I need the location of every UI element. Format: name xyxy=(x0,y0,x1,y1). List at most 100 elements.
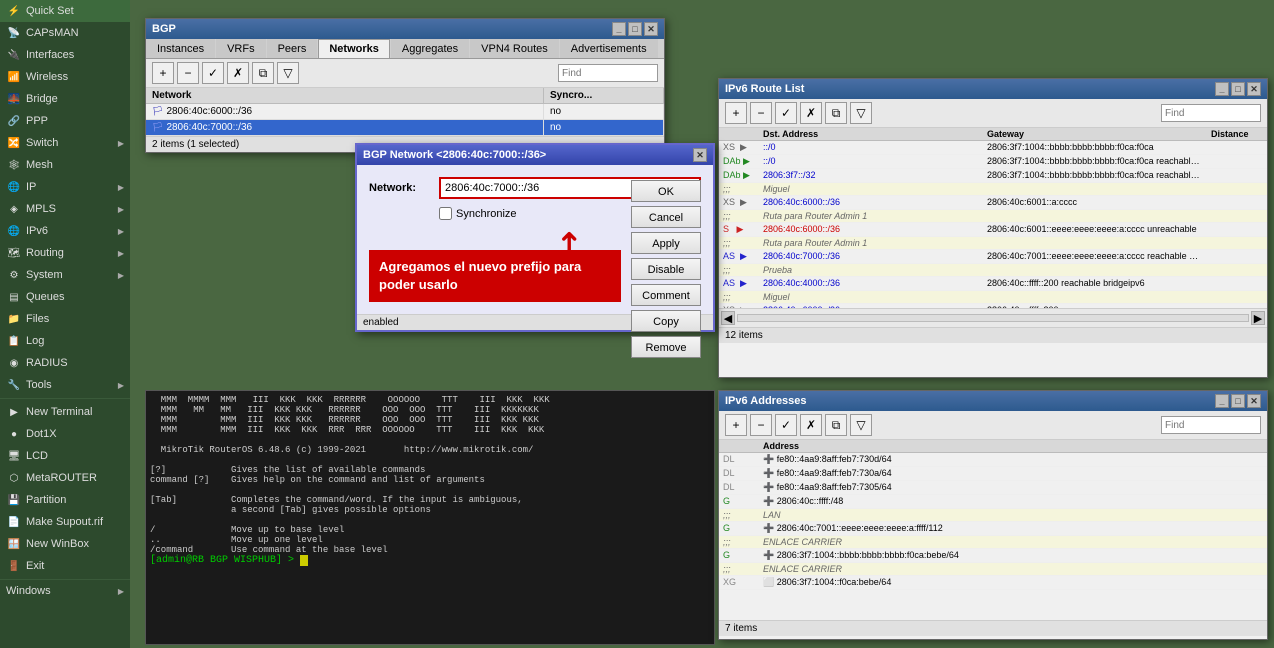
sidebar-item-ppp[interactable]: 🔗 PPP xyxy=(0,110,130,132)
bgp-maximize-btn[interactable]: □ xyxy=(628,22,642,36)
addr-row-1[interactable]: DL ➕ fe80::4aa9:8aff:feb7:730a/64 xyxy=(719,467,1267,481)
ipv6-add-btn[interactable]: + xyxy=(725,102,747,124)
add-btn[interactable]: + xyxy=(152,62,174,84)
addr-row-0[interactable]: DL ➕ fe80::4aa9:8aff:feb7:730d/64 xyxy=(719,453,1267,467)
ipv6-row-6[interactable]: AS ▶ 2806:40c:4000::/36 2806:40c::ffff::… xyxy=(719,277,1267,291)
dialog-close-btn[interactable]: ✕ xyxy=(693,148,707,162)
ipv6-row-1[interactable]: DAb ▶ ::/0 2806:3f7:1004::bbbb:bbbb:bbbb… xyxy=(719,155,1267,169)
ipv6-row-4[interactable]: S ▶ 2806:40c:6000::/36 2806:40c:6001::ee… xyxy=(719,223,1267,237)
ipv6-filter-btn[interactable]: ▽ xyxy=(850,102,872,124)
addr-add-btn[interactable]: + xyxy=(725,414,747,436)
remove-btn[interactable]: − xyxy=(177,62,199,84)
synchronize-checkbox[interactable] xyxy=(439,207,452,220)
addr-search-input[interactable] xyxy=(1161,416,1261,434)
ok-button[interactable]: OK xyxy=(631,180,701,202)
addr-filter-btn[interactable]: ▽ xyxy=(850,414,872,436)
filter-btn[interactable]: ▽ xyxy=(277,62,299,84)
ipv6-titlebar[interactable]: IPv6 Route List _ □ ✕ xyxy=(719,79,1267,99)
bgp-row-1[interactable]: 🏳 2806:40c:7000::/36 no xyxy=(146,120,664,136)
sidebar-item-metarouter[interactable]: ⬡ MetaROUTER xyxy=(0,467,130,489)
addr-close-btn[interactable]: ✕ xyxy=(1247,394,1261,408)
apply-button[interactable]: Apply xyxy=(631,232,701,254)
sidebar-item-windows[interactable]: Windows xyxy=(0,582,130,600)
tab-aggregates[interactable]: Aggregates xyxy=(391,39,469,58)
sidebar-item-interfaces[interactable]: 🔌 Interfaces xyxy=(0,44,130,66)
bgp-minimize-btn[interactable]: _ xyxy=(612,22,626,36)
sidebar-item-new-terminal[interactable]: ▶ New Terminal xyxy=(0,401,130,423)
bgp-titlebar[interactable]: BGP _ □ ✕ xyxy=(146,19,664,39)
sidebar-item-partition[interactable]: 💾 Partition xyxy=(0,489,130,511)
sidebar-item-lcd[interactable]: 🖥 LCD xyxy=(0,445,130,467)
addr-row-6[interactable]: XG ⬜ 2806:3f7:1004::f0ca:bebe/64 xyxy=(719,576,1267,590)
ipv6-row-2[interactable]: DAb ▶ 2806:3f7::/32 2806:3f7:1004::bbbb:… xyxy=(719,169,1267,183)
cancel-btn[interactable]: ✗ xyxy=(227,62,249,84)
ipv6-row-5[interactable]: AS ▶ 2806:40c:7000::/36 2806:40c:7001::e… xyxy=(719,250,1267,264)
ipv6-x-btn[interactable]: ✗ xyxy=(800,102,822,124)
addr-row-3[interactable]: G ➕ 2806:40c::ffff:/48 xyxy=(719,495,1267,509)
addr-row-5[interactable]: G ➕ 2806:3f7:1004::bbbb:bbbb:bbbb:f0ca:b… xyxy=(719,549,1267,563)
ipv6-copy-btn[interactable]: ⧉ xyxy=(825,102,847,124)
ipv6-row-0[interactable]: XS ▶ ::/0 2806:3f7:1004::bbbb:bbbb:bbbb:… xyxy=(719,141,1267,155)
sidebar-item-system[interactable]: ⚙ System xyxy=(0,264,130,286)
sidebar-item-ipv6[interactable]: 🌐 IPv6 xyxy=(0,220,130,242)
tab-networks[interactable]: Networks xyxy=(318,39,390,58)
sidebar-item-new-winbox[interactable]: 🪟 New WinBox xyxy=(0,533,130,555)
bgp-close-btn[interactable]: ✕ xyxy=(644,22,658,36)
ipv6-row-3[interactable]: XS ▶ 2806:40c:6000::/36 2806:40c:6001::a… xyxy=(719,196,1267,210)
comment-button[interactable]: Comment xyxy=(631,284,701,306)
ipv6-check-btn[interactable]: ✓ xyxy=(775,102,797,124)
addr-remove-btn[interactable]: − xyxy=(750,414,772,436)
addr-titlebar[interactable]: IPv6 Addresses _ □ ✕ xyxy=(719,391,1267,411)
sidebar-item-radius[interactable]: ◉ RADIUS xyxy=(0,352,130,374)
sidebar-item-queues[interactable]: ▤ Queues xyxy=(0,286,130,308)
addr-maximize-btn[interactable]: □ xyxy=(1231,394,1245,408)
sidebar-item-mesh[interactable]: 🕸 Mesh xyxy=(0,154,130,176)
addr-addr-5: ➕ 2806:3f7:1004::bbbb:bbbb:bbbb:f0ca:beb… xyxy=(759,549,1237,562)
sidebar-item-mpls[interactable]: ◈ MPLS xyxy=(0,198,130,220)
disable-button[interactable]: Disable xyxy=(631,258,701,280)
copy-btn[interactable]: ⧉ xyxy=(252,62,274,84)
sidebar-item-capsman[interactable]: 📡 CAPsMAN xyxy=(0,22,130,44)
sidebar-item-bridge[interactable]: 🌉 Bridge xyxy=(0,88,130,110)
sidebar-item-dot1x[interactable]: ● Dot1X xyxy=(0,423,130,445)
sidebar-item-switch[interactable]: 🔀 Switch xyxy=(0,132,130,154)
addr-x-btn[interactable]: ✗ xyxy=(800,414,822,436)
sidebar-item-log[interactable]: 📋 Log xyxy=(0,330,130,352)
sidebar-item-wireless[interactable]: 📶 Wireless xyxy=(0,66,130,88)
ipv6-scrollbar[interactable] xyxy=(737,314,1249,322)
addr-row-2[interactable]: DL ➕ fe80::4aa9:8aff:feb7:7305/64 xyxy=(719,481,1267,495)
bgp-search-input[interactable] xyxy=(558,64,658,82)
ipv6-row-7[interactable]: XS ▶ 2806:40c:6000::/36 2806:40c::ffff::… xyxy=(719,304,1267,308)
addr-check-btn[interactable]: ✓ xyxy=(775,414,797,436)
tab-instances[interactable]: Instances xyxy=(146,39,215,58)
tab-peers[interactable]: Peers xyxy=(267,39,318,58)
sidebar-item-files[interactable]: 📁 Files xyxy=(0,308,130,330)
ipv6-search-input[interactable] xyxy=(1161,104,1261,122)
ipv6-close-btn[interactable]: ✕ xyxy=(1247,82,1261,96)
copy-dialog-button[interactable]: Copy xyxy=(631,310,701,332)
tab-vrfs[interactable]: VRFs xyxy=(216,39,266,58)
tab-advertisements[interactable]: Advertisements xyxy=(560,39,658,58)
addr-copy-btn[interactable]: ⧉ xyxy=(825,414,847,436)
remove-dialog-button[interactable]: Remove xyxy=(631,336,701,358)
bgp-dialog-titlebar[interactable]: BGP Network <2806:40c:7000::/36> ✕ xyxy=(357,145,713,165)
terminal[interactable]: MMM MMMM MMM III KKK KKK RRRRRR OOOOOO T… xyxy=(145,390,715,645)
addr-minimize-btn[interactable]: _ xyxy=(1215,394,1229,408)
sidebar-item-quickset[interactable]: ⚡ Quick Set xyxy=(0,0,130,22)
sidebar-item-exit[interactable]: 🚪 Exit xyxy=(0,555,130,577)
check-btn[interactable]: ✓ xyxy=(202,62,224,84)
ipv6-scroll-left[interactable]: ◀ xyxy=(721,311,735,325)
ipv6-scroll-right[interactable]: ▶ xyxy=(1251,311,1265,325)
partition-icon: 💾 xyxy=(6,492,22,508)
ipv6-maximize-btn[interactable]: □ xyxy=(1231,82,1245,96)
sidebar-item-tools[interactable]: 🔧 Tools xyxy=(0,374,130,396)
addr-row-4[interactable]: G ➕ 2806:40c:7001::eeee:eeee:eeee:a:ffff… xyxy=(719,522,1267,536)
sidebar-item-ip[interactable]: 🌐 IP xyxy=(0,176,130,198)
ipv6-remove-btn[interactable]: − xyxy=(750,102,772,124)
sidebar-item-make-supout[interactable]: 📄 Make Supout.rif xyxy=(0,511,130,533)
sidebar-item-routing[interactable]: 🗺 Routing xyxy=(0,242,130,264)
tab-vpn4routes[interactable]: VPN4 Routes xyxy=(470,39,559,58)
cancel-button[interactable]: Cancel xyxy=(631,206,701,228)
bgp-row-0[interactable]: 🏳 2806:40c:6000::/36 no xyxy=(146,104,664,120)
ipv6-minimize-btn[interactable]: _ xyxy=(1215,82,1229,96)
